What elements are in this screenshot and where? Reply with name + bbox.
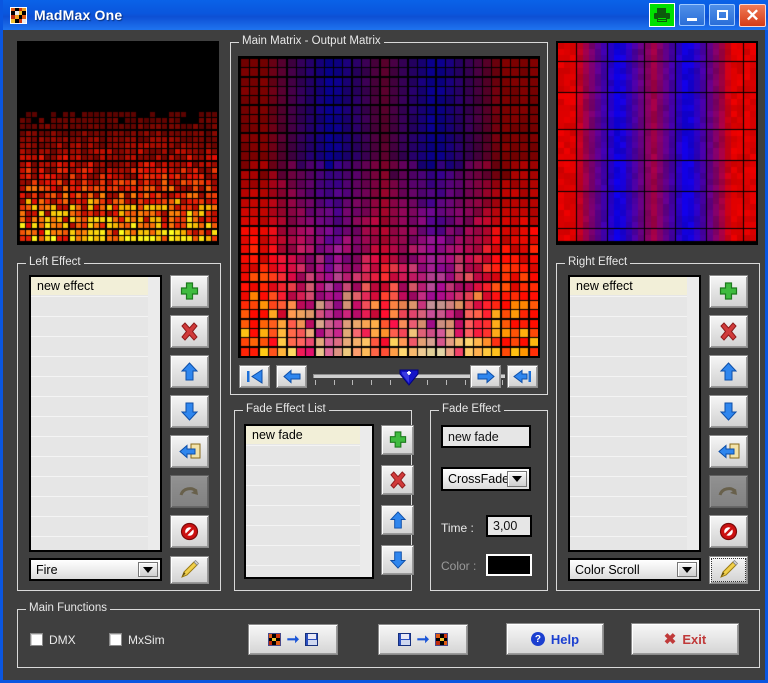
close-button[interactable]: ✕ (739, 4, 766, 27)
chevron-down-icon[interactable] (677, 562, 697, 577)
fade-time-input[interactable]: 3,00 (486, 515, 532, 537)
left-effect-combo-value: Fire (31, 563, 138, 577)
fade-color-swatch[interactable] (486, 554, 532, 576)
arrow-right-icon: ➞ (287, 632, 300, 647)
disk-icon (305, 633, 318, 646)
disk-to-matrix-button[interactable]: ➞ (378, 624, 468, 655)
matrix-first-button[interactable] (239, 365, 270, 388)
dmx-label: DMX (49, 633, 76, 647)
titlebar-button-group: ✕ (649, 3, 768, 27)
disable-effect-button[interactable] (170, 515, 209, 548)
main-matrix-group: Main Matrix - Output Matrix (230, 42, 548, 395)
help-icon: ? (531, 632, 545, 646)
delete-fade-button[interactable] (381, 465, 414, 495)
help-button[interactable]: ? Help (506, 623, 604, 655)
main-matrix-title: Main Matrix - Output Matrix (239, 35, 384, 47)
disk-icon (398, 633, 411, 646)
fade-effect-group: Fade Effect new fade CrossFade Time : 3,… (430, 410, 548, 591)
left-effect-group: Left Effect new effect (17, 263, 221, 591)
export-effect-button[interactable] (170, 435, 209, 468)
matrix-icon (268, 633, 281, 646)
matrix-icon (435, 633, 448, 646)
app-icon (10, 7, 27, 24)
exit-button[interactable]: ✖ Exit (631, 623, 739, 655)
right-effect-type-combo[interactable]: Color Scroll (568, 558, 701, 581)
app-window: MadMax One ✕ Main Matrix - Output Matri (0, 0, 768, 683)
list-stripes (31, 277, 160, 550)
list-inner-edge (687, 277, 699, 550)
right-effect-preview (556, 41, 758, 245)
delete-effect-button[interactable] (170, 315, 209, 348)
edit-effect-button[interactable] (709, 556, 748, 584)
main-output-matrix (240, 58, 538, 356)
fade-move-down-button[interactable] (381, 545, 414, 575)
left-preview-matrix (19, 43, 217, 243)
dmx-checkbox[interactable] (30, 633, 43, 646)
red-x-icon: ✖ (664, 632, 677, 647)
maximize-button[interactable] (709, 4, 735, 26)
printer-icon[interactable] (649, 3, 675, 27)
mxsim-checkbox[interactable] (109, 633, 122, 646)
fade-type-value: CrossFade (443, 472, 507, 486)
matrix-last-button[interactable] (507, 365, 538, 388)
list-inner-edge (148, 277, 160, 550)
move-up-button[interactable] (709, 355, 748, 388)
chevron-down-icon[interactable] (138, 562, 158, 577)
matrix-to-disk-button[interactable]: ➞ (248, 624, 338, 655)
left-effect-preview (17, 41, 219, 245)
fade-time-value: 3,00 (493, 519, 517, 533)
arrow-right-icon: ➞ (417, 632, 430, 647)
left-effect-type-combo[interactable]: Fire (29, 558, 162, 581)
chevron-down-icon[interactable] (507, 471, 527, 487)
matrix-prev-button[interactable] (276, 365, 307, 388)
left-effect-list[interactable]: new effect (29, 275, 162, 552)
right-effect-group: Right Effect new effect (556, 263, 760, 591)
fade-effect-list-group: Fade Effect List new fade (234, 410, 412, 591)
fade-move-up-button[interactable] (381, 505, 414, 535)
edit-effect-button[interactable] (170, 556, 209, 584)
help-label: Help (551, 632, 579, 647)
minimize-button[interactable] (679, 4, 705, 26)
list-item[interactable]: new effect (31, 277, 160, 295)
list-stripes (570, 277, 699, 550)
exit-label: Exit (682, 632, 706, 647)
right-effect-list[interactable]: new effect (568, 275, 701, 552)
add-fade-button[interactable] (381, 425, 414, 455)
right-effect-title: Right Effect (565, 256, 630, 268)
list-stripes (246, 426, 372, 577)
mxsim-label: MxSim (128, 633, 165, 647)
title-bar: MadMax One ✕ (3, 0, 768, 30)
move-down-button[interactable] (170, 395, 209, 428)
add-effect-button[interactable] (170, 275, 209, 308)
fade-color-label: Color : (441, 559, 476, 573)
fade-time-label: Time : (441, 521, 474, 535)
main-functions-group: Main Functions DMX MxSim ➞ ➞ ? H (17, 609, 760, 668)
move-up-button[interactable] (170, 355, 209, 388)
fade-name-input[interactable]: new fade (441, 425, 531, 448)
matrix-slider-thumb[interactable] (399, 368, 419, 386)
window-title: MadMax One (34, 7, 122, 23)
fade-effect-list-title: Fade Effect List (243, 403, 329, 415)
main-matrix-frame (238, 56, 540, 358)
fade-effect-title: Fade Effect (439, 403, 504, 415)
list-inner-edge (360, 426, 372, 577)
list-item[interactable]: new effect (570, 277, 699, 295)
delete-effect-button[interactable] (709, 315, 748, 348)
right-preview-matrix (558, 43, 756, 243)
fade-name-value: new fade (448, 430, 499, 444)
move-down-button[interactable] (709, 395, 748, 428)
undo-effect-button (709, 475, 748, 508)
export-effect-button[interactable] (709, 435, 748, 468)
fade-type-combo[interactable]: CrossFade (441, 467, 531, 491)
matrix-next-button[interactable] (470, 365, 501, 388)
add-effect-button[interactable] (709, 275, 748, 308)
fade-effect-list[interactable]: new fade (244, 424, 374, 579)
list-item[interactable]: new fade (246, 426, 372, 444)
left-effect-title: Left Effect (26, 256, 84, 268)
main-functions-title: Main Functions (26, 602, 110, 614)
undo-effect-button (170, 475, 209, 508)
disable-effect-button[interactable] (709, 515, 748, 548)
right-effect-combo-value: Color Scroll (570, 563, 677, 577)
